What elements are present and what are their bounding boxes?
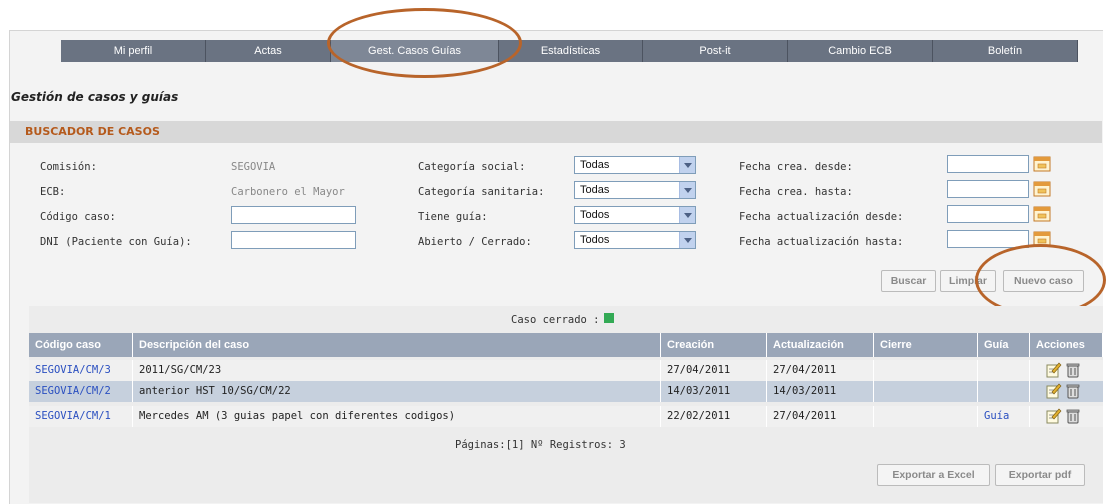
export-pdf-button[interactable]: Exportar pdf (995, 464, 1085, 486)
edit-icon[interactable] (1046, 362, 1062, 378)
col-creacion[interactable]: Creación (661, 333, 767, 357)
case-guide-link[interactable] (978, 381, 1030, 402)
table-row: SEGOVIA/CM/2 anterior HST 10/SG/CM/22 14… (29, 381, 1103, 402)
categoria-social-label: Categoría social: (418, 161, 526, 173)
col-cierre[interactable]: Cierre (874, 333, 978, 357)
col-actualizacion[interactable]: Actualización (767, 333, 874, 357)
nav-actas[interactable]: Actas (206, 40, 331, 62)
search-panel-title: BUSCADOR DE CASOS (25, 125, 160, 138)
fecha-act-desde-input[interactable] (947, 205, 1029, 223)
case-creation: 22/02/2011 (661, 406, 767, 427)
case-close (874, 406, 978, 427)
nav-boletin[interactable]: Boletín (933, 40, 1078, 62)
dni-input[interactable] (231, 231, 356, 249)
trash-icon[interactable] (1065, 362, 1081, 378)
col-acciones: Acciones (1030, 333, 1103, 357)
search-panel-header: BUSCADOR DE CASOS (10, 121, 1102, 143)
case-update: 27/04/2011 (767, 406, 874, 427)
case-creation: 27/04/2011 (661, 360, 767, 381)
categoria-sanitaria-label: Categoría sanitaria: (418, 186, 545, 198)
case-code-link[interactable]: SEGOVIA/CM/2 (29, 381, 133, 402)
case-description: anterior HST 10/SG/CM/22 (133, 381, 661, 402)
chevron-down-icon[interactable] (679, 232, 695, 248)
categoria-social-select[interactable]: Todas (574, 156, 696, 174)
case-guide-link[interactable] (978, 360, 1030, 381)
trash-icon[interactable] (1065, 383, 1081, 399)
comision-value: SEGOVIA (231, 161, 276, 173)
abierto-cerrado-value: Todos (580, 234, 610, 246)
case-close (874, 360, 978, 381)
export-excel-button[interactable]: Exportar a Excel (877, 464, 990, 486)
fecha-crea-desde-label: Fecha crea. desde: (739, 161, 853, 173)
trash-icon[interactable] (1065, 408, 1081, 424)
col-descripcion[interactable]: Descripción del caso (133, 333, 661, 357)
chevron-down-icon[interactable] (679, 157, 695, 173)
comision-label: Comisión: (40, 161, 97, 173)
fecha-act-hasta-label: Fecha actualización hasta: (739, 236, 904, 248)
table-row: SEGOVIA/CM/3 2011/SG/CM/23 27/04/2011 27… (29, 360, 1103, 381)
edit-icon[interactable] (1046, 383, 1062, 399)
codigo-caso-input[interactable] (231, 206, 356, 224)
edit-icon[interactable] (1046, 408, 1062, 424)
ecb-label: ECB: (40, 186, 66, 198)
ecb-value: Carbonero el Mayor (231, 186, 345, 198)
nuevo-caso-button[interactable]: Nuevo caso (1003, 270, 1084, 292)
case-update: 14/03/2011 (767, 381, 874, 402)
categoria-social-value: Todas (580, 159, 610, 171)
categoria-sanitaria-value: Todas (580, 184, 610, 196)
fecha-act-hasta-input[interactable] (947, 230, 1029, 248)
fecha-act-desde-label: Fecha actualización desde: (739, 211, 904, 223)
fecha-crea-hasta-input[interactable] (947, 180, 1029, 198)
tiene-guia-label: Tiene guía: (418, 211, 488, 223)
nav-cambio-ecb[interactable]: Cambio ECB (788, 40, 933, 62)
case-guide-link[interactable]: Guía (978, 406, 1030, 427)
tiene-guia-select[interactable]: Todos (574, 206, 696, 224)
table-row: SEGOVIA/CM/1 Mercedes AM (3 guias papel … (29, 406, 1103, 427)
abierto-cerrado-select[interactable]: Todos (574, 231, 696, 249)
chevron-down-icon[interactable] (679, 182, 695, 198)
calendar-icon[interactable] (1033, 181, 1051, 197)
case-update: 27/04/2011 (767, 360, 874, 381)
abierto-cerrado-label: Abierto / Cerrado: (418, 236, 532, 248)
calendar-icon[interactable] (1033, 206, 1051, 222)
closed-legend-swatch (604, 313, 614, 323)
calendar-icon[interactable] (1033, 156, 1051, 172)
buscar-button[interactable]: Buscar (881, 270, 936, 292)
categoria-sanitaria-select[interactable]: Todas (574, 181, 696, 199)
fecha-crea-hasta-label: Fecha crea. hasta: (739, 186, 853, 198)
chevron-down-icon[interactable] (679, 207, 695, 223)
nav-gest-casos-guias[interactable]: Gest. Casos Guías (331, 40, 499, 62)
col-codigo-caso[interactable]: Código caso (29, 333, 133, 357)
limpiar-button[interactable]: Limpiar (940, 270, 996, 292)
page-title: Gestión de casos y guías (11, 90, 179, 104)
case-code-link[interactable]: SEGOVIA/CM/3 (29, 360, 133, 381)
tiene-guia-value: Todos (580, 209, 610, 221)
case-description: 2011/SG/CM/23 (133, 360, 661, 381)
case-creation: 14/03/2011 (661, 381, 767, 402)
main-nav: Mi perfil Actas Gest. Casos Guías Estadí… (61, 40, 1078, 62)
case-close (874, 381, 978, 402)
dni-label: DNI (Paciente con Guía): (40, 236, 192, 248)
nav-estadisticas[interactable]: Estadísticas (499, 40, 643, 62)
closed-legend-label: Caso cerrado : (511, 314, 600, 326)
col-guia[interactable]: Guía (978, 333, 1030, 357)
case-code-link[interactable]: SEGOVIA/CM/1 (29, 406, 133, 427)
case-description: Mercedes AM (3 guias papel con diferente… (133, 406, 661, 427)
calendar-icon[interactable] (1033, 231, 1051, 247)
nav-mi-perfil[interactable]: Mi perfil (61, 40, 206, 62)
pagination-info: Páginas:[1] Nº Registros: 3 (455, 439, 626, 451)
nav-post-it[interactable]: Post-it (643, 40, 788, 62)
codigo-caso-label: Código caso: (40, 211, 116, 223)
fecha-crea-desde-input[interactable] (947, 155, 1029, 173)
